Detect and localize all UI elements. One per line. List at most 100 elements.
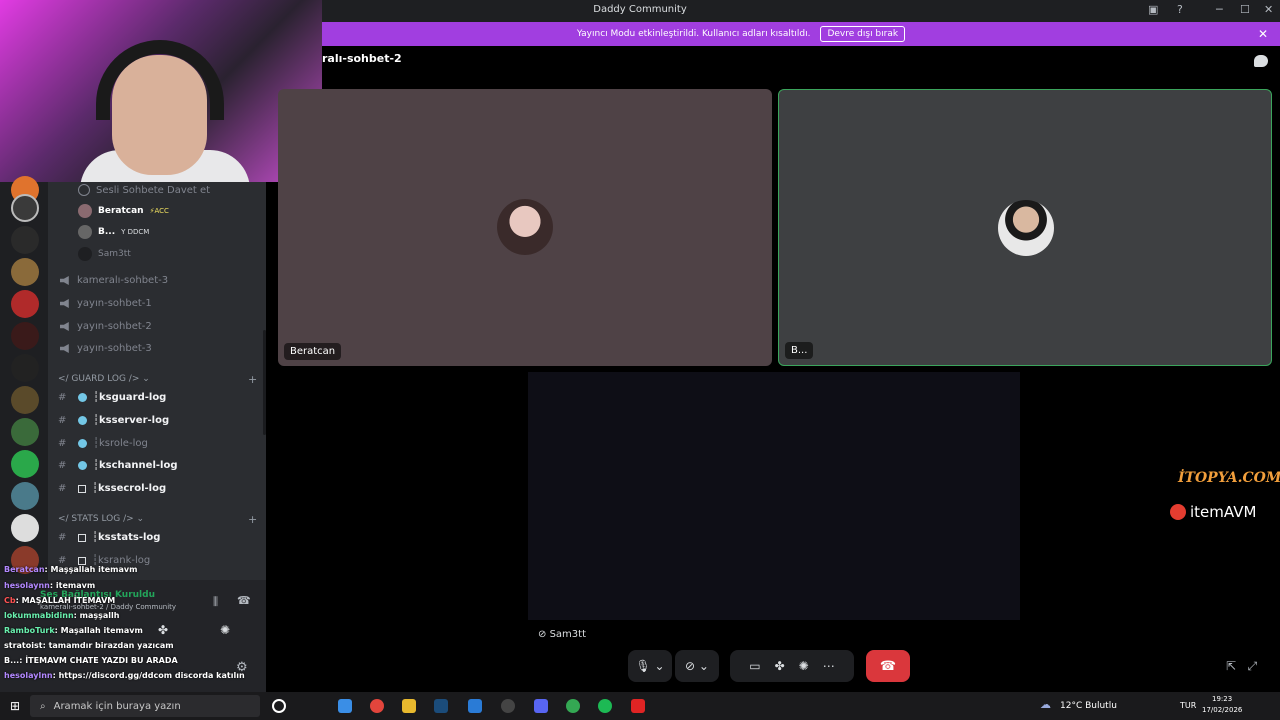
- voice-user[interactable]: B... Y DDCM: [78, 225, 149, 239]
- text-channel[interactable]: # ┆ksstats-log: [58, 532, 160, 543]
- more-options-icon[interactable]: ⋯: [823, 659, 835, 673]
- server-icon[interactable]: [11, 418, 39, 446]
- taskbar-search[interactable]: ⌕ Aramak için buraya yazın: [30, 695, 260, 717]
- video-tile-b[interactable]: B...: [778, 89, 1272, 366]
- voice-channel[interactable]: kameralı-sohbet-3: [60, 275, 168, 286]
- server-icon[interactable]: [11, 226, 39, 254]
- maximize-button[interactable]: ☐: [1240, 3, 1250, 16]
- app-icon[interactable]: [501, 699, 515, 713]
- file-explorer-icon[interactable]: [402, 699, 416, 713]
- store-icon[interactable]: [338, 699, 352, 713]
- hash-icon: #: [58, 532, 67, 543]
- add-channel-icon[interactable]: +: [248, 513, 257, 526]
- text-channel[interactable]: # ┆ksrole-log: [58, 438, 148, 449]
- windows-start-icon[interactable]: ⊞: [10, 699, 20, 713]
- muted-video-icon: ⊘: [538, 629, 550, 640]
- text-channel[interactable]: # ┆kschannel-log: [58, 460, 177, 471]
- hash-icon: #: [58, 415, 67, 426]
- disconnect-call-button[interactable]: ☎: [866, 650, 910, 682]
- itemavm-logo-icon: [1170, 504, 1186, 520]
- app-icon[interactable]: [631, 699, 645, 713]
- category-guard-log[interactable]: </ GUARD LOG /> ⌄ +: [58, 373, 257, 386]
- microphone-button[interactable]: 🎙︎ ⌄: [628, 650, 672, 682]
- text-channel[interactable]: # ┆ksserver-log: [58, 415, 169, 426]
- speaker-icon: [60, 299, 69, 308]
- chrome-icon[interactable]: [566, 699, 580, 713]
- minimize-button[interactable]: ─: [1216, 3, 1223, 16]
- disconnect-icon[interactable]: ☎: [237, 594, 251, 607]
- soundboard-icon[interactable]: ✺: [220, 623, 230, 637]
- activities-icon[interactable]: ✤: [158, 623, 168, 637]
- text-channel[interactable]: # ┆ksguard-log: [58, 392, 166, 403]
- language-indicator[interactable]: TUR: [1180, 701, 1196, 710]
- voice-channel[interactable]: yayın-sohbet-2: [60, 321, 152, 332]
- server-icon[interactable]: [11, 322, 39, 350]
- text-channel[interactable]: # ┆kssecrol-log: [58, 483, 166, 494]
- video-tile-beratcan[interactable]: Beratcan: [278, 89, 772, 366]
- disable-streamer-mode-button[interactable]: Devre dışı bırak: [820, 26, 906, 42]
- speaker-icon: [60, 322, 69, 331]
- close-window-button[interactable]: ✕: [1264, 3, 1273, 16]
- speaker-icon: [60, 276, 69, 285]
- chart-icon: [78, 556, 86, 565]
- spotify-icon[interactable]: [598, 699, 612, 713]
- discord-icon[interactable]: [534, 699, 548, 713]
- hash-icon: #: [58, 392, 67, 403]
- chat-message: hesolaynn: itemavm: [4, 581, 96, 590]
- hash-icon: #: [58, 460, 67, 471]
- chat-message: hesolaylnn: https://discord.gg/ddcom dis…: [4, 671, 245, 680]
- server-icon[interactable]: [11, 450, 39, 478]
- laptop-icon: [78, 484, 86, 493]
- category-stats-log[interactable]: </ STATS LOG /> ⌄ +: [58, 513, 257, 526]
- chart-icon: [78, 533, 86, 542]
- chat-message: stratoist: tamamdır birazdan yazıcam: [4, 641, 174, 650]
- app-icon[interactable]: [468, 699, 482, 713]
- help-icon[interactable]: ?: [1177, 3, 1183, 16]
- streamer-mode-banner: Yayıncı Modu etkinleştirildi. Kullanıcı …: [322, 22, 1280, 46]
- server-icon[interactable]: [11, 290, 39, 318]
- chat-message: Beratcan: Maşşallah itemavm: [4, 565, 138, 574]
- server-icon[interactable]: [11, 514, 39, 542]
- voice-user[interactable]: Beratcan ⚡ACC: [78, 204, 169, 218]
- channel-sidebar: Sesli Sohbete Davet et Beratcan ⚡ACC B..…: [48, 182, 266, 580]
- screen-share-icon[interactable]: ▭: [749, 659, 760, 673]
- video-tile-sam3tt[interactable]: ⊘ Sam3tt: [528, 372, 1020, 640]
- status-dot-icon: [78, 416, 87, 425]
- channel-title: ralı-sohbet-2: [322, 52, 402, 65]
- signal-icon[interactable]: ⫼: [213, 595, 218, 609]
- tile-name-label: Beratcan: [284, 343, 342, 360]
- avatar: [78, 225, 92, 239]
- add-channel-icon[interactable]: +: [248, 373, 257, 386]
- chat-message: RamboTurk: Maşallah itemavm: [4, 626, 143, 635]
- cloud-icon: ☁: [1040, 698, 1051, 711]
- popout-icon[interactable]: ⇱ ⤢: [1226, 659, 1257, 674]
- chat-bubble-icon[interactable]: [1254, 55, 1268, 67]
- invite-to-voice[interactable]: Sesli Sohbete Davet et: [78, 184, 210, 196]
- server-icon[interactable]: [11, 386, 39, 414]
- soundboard-icon[interactable]: ✺: [799, 659, 809, 673]
- status-dot-icon: [78, 461, 87, 470]
- close-banner-icon[interactable]: ✕: [1258, 27, 1268, 41]
- server-icon[interactable]: [11, 354, 39, 382]
- tile-name-label: B...: [785, 342, 814, 359]
- cortana-icon[interactable]: [272, 699, 286, 713]
- tile-name-label: ⊘ Sam3tt: [538, 629, 586, 640]
- steam-icon[interactable]: [434, 699, 448, 713]
- itopya-logo: İTOPYA.COM: [1178, 470, 1280, 486]
- voice-channel[interactable]: yayın-sohbet-3: [60, 343, 152, 354]
- inbox-icon[interactable]: ▣: [1148, 3, 1158, 16]
- clock-date[interactable]: 17/02/2026: [1202, 706, 1242, 714]
- camera-off-button[interactable]: ⊘ ⌄: [675, 650, 719, 682]
- clock-time[interactable]: 19:23: [1212, 695, 1232, 703]
- voice-user[interactable]: Sam3tt: [78, 247, 131, 261]
- weather-text[interactable]: 12°C Bulutlu: [1060, 701, 1117, 711]
- activities-icon[interactable]: ✤: [775, 659, 785, 673]
- chrome-icon[interactable]: [370, 699, 384, 713]
- voice-channel[interactable]: yayın-sohbet-1: [60, 298, 152, 309]
- sidebar-scrollbar[interactable]: [263, 330, 266, 435]
- chat-message: B...: İTEMAVM CHATE YAZDI BU ARADA: [4, 656, 178, 665]
- server-icon[interactable]: [11, 194, 39, 222]
- server-icon[interactable]: [11, 258, 39, 286]
- chat-message: Cb: MAŞALLAH İTEMAVM: [4, 596, 116, 605]
- server-icon[interactable]: [11, 482, 39, 510]
